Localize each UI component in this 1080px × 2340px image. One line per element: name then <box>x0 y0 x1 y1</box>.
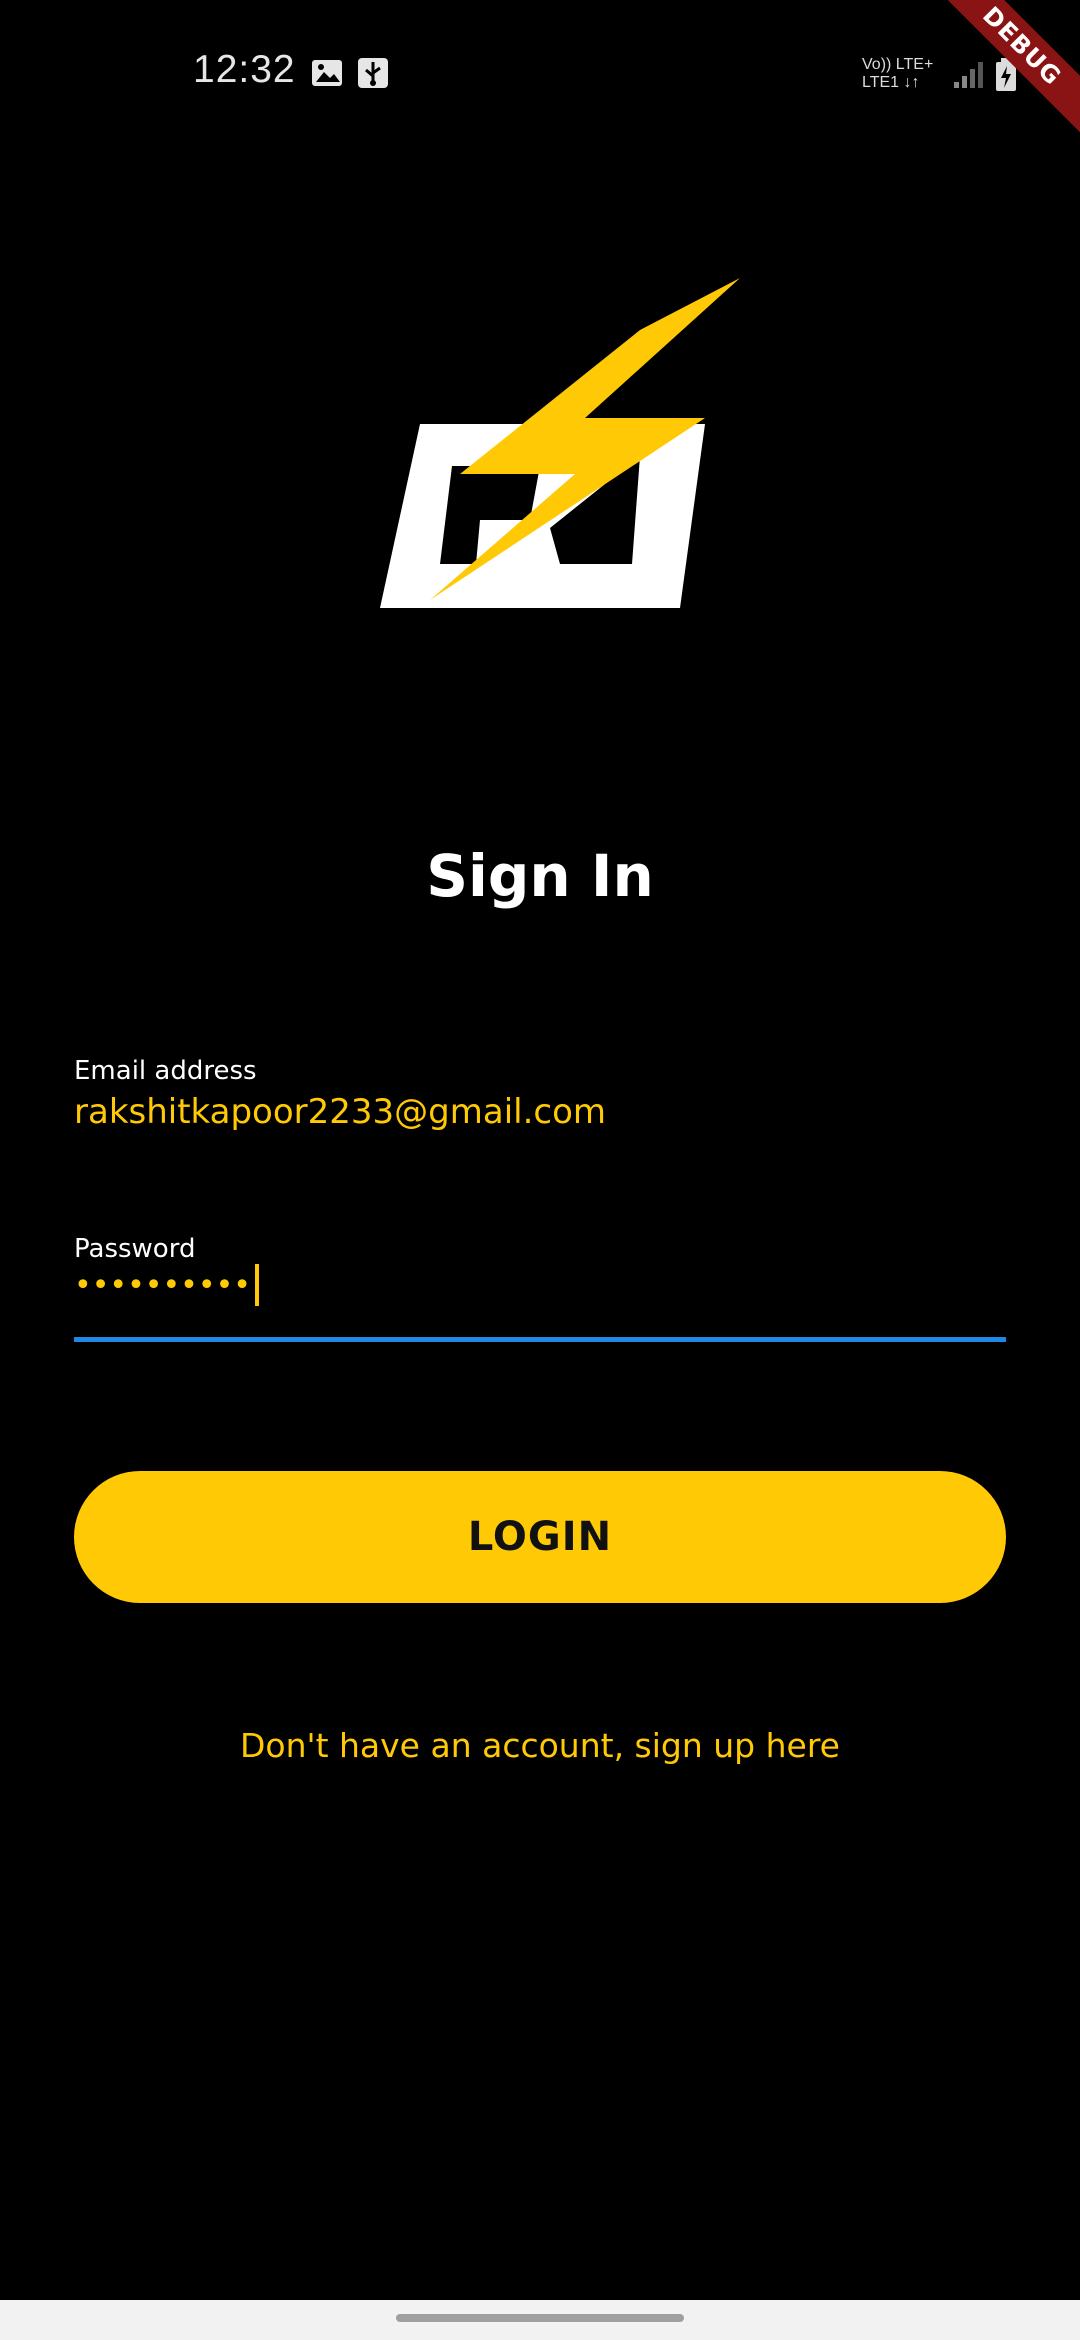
image-icon <box>312 60 342 86</box>
network-line1: Vo)) LTE+ <box>862 56 934 73</box>
signup-link[interactable]: Don't have an account, sign up here <box>0 1726 1080 1765</box>
login-button[interactable]: LOGIN <box>74 1471 1006 1603</box>
password-underline <box>74 1337 1006 1342</box>
status-bar: 12:32 Vo)) LTE+ LTE1 ↓↑ DEBUG <box>0 0 1080 153</box>
navigation-bar <box>0 2300 1080 2340</box>
status-time: 12:32 <box>193 48 296 91</box>
password-field[interactable]: •••••••••• <box>74 1264 259 1306</box>
home-indicator[interactable] <box>396 2314 684 2322</box>
app-logo <box>380 278 740 608</box>
email-label: Email address <box>74 1056 257 1086</box>
email-field[interactable]: rakshitkapoor2233@gmail.com <box>74 1092 606 1132</box>
usb-icon <box>358 58 388 88</box>
password-value: •••••••••• <box>74 1267 251 1303</box>
network-indicator: Vo)) LTE+ LTE1 ↓↑ <box>862 56 942 96</box>
page-title: Sign In <box>426 842 654 910</box>
text-caret <box>254 1264 259 1306</box>
network-line2: LTE1 ↓↑ <box>862 74 920 91</box>
password-label: Password <box>74 1234 196 1264</box>
signal-icon <box>954 62 983 88</box>
